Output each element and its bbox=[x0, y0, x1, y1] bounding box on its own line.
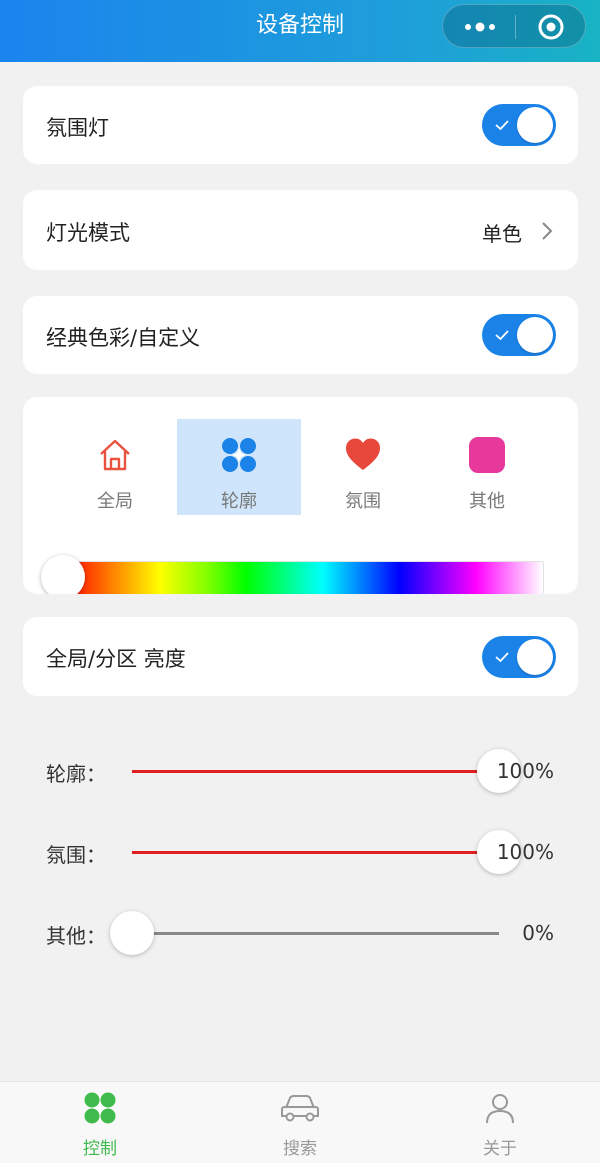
slider-ambience-label: 氛围： bbox=[46, 843, 106, 867]
tabbar-search-label: 搜索 bbox=[283, 1139, 317, 1159]
bottom-tab-bar: 控制 搜索 关于 bbox=[0, 1081, 600, 1163]
hue-slider-track[interactable] bbox=[63, 561, 544, 594]
ambient-light-label: 氛围灯 bbox=[46, 116, 109, 140]
toggle-knob bbox=[517, 107, 553, 143]
toggle-knob bbox=[517, 317, 553, 353]
classic-colors-toggle[interactable] bbox=[482, 314, 556, 356]
tabbar-control-label: 控制 bbox=[83, 1139, 117, 1159]
slider-other-thumb[interactable] bbox=[110, 911, 154, 955]
car-icon bbox=[281, 1095, 319, 1122]
classic-colors-card: 经典色彩/自定义 bbox=[23, 296, 578, 374]
light-mode-label: 灯光模式 bbox=[46, 221, 130, 245]
rounded-square-icon bbox=[469, 437, 505, 473]
check-icon bbox=[495, 120, 509, 131]
tabbar-control[interactable]: 控制 bbox=[0, 1082, 200, 1163]
heart-icon bbox=[346, 438, 380, 470]
check-icon bbox=[495, 330, 509, 341]
ambient-light-toggle[interactable] bbox=[482, 104, 556, 146]
four-circles-icon bbox=[84, 1092, 116, 1124]
slider-ambience-fill bbox=[132, 851, 499, 854]
tab-ambience[interactable]: 氛围 bbox=[301, 419, 425, 515]
slider-outline-track[interactable] bbox=[132, 749, 521, 793]
slider-other-label: 其他： bbox=[46, 924, 106, 948]
tab-global[interactable]: 全局 bbox=[53, 419, 177, 515]
tabbar-about-label: 关于 bbox=[483, 1139, 517, 1159]
slider-outline-fill bbox=[132, 770, 499, 773]
tabbar-about[interactable]: 关于 bbox=[400, 1082, 600, 1163]
brightness-mode-toggle[interactable] bbox=[482, 636, 556, 678]
hue-slider-thumb[interactable] bbox=[41, 555, 85, 594]
more-icon[interactable] bbox=[463, 18, 497, 36]
chevron-right-icon bbox=[542, 222, 553, 240]
toggle-knob bbox=[517, 639, 553, 675]
classic-colors-label: 经典色彩/自定义 bbox=[46, 326, 201, 350]
nav-header: 设备控制 bbox=[0, 0, 600, 62]
slider-ambience-value: 100% bbox=[496, 840, 554, 864]
close-target-icon[interactable] bbox=[537, 13, 565, 41]
tab-outline[interactable]: 轮廓 bbox=[177, 419, 301, 515]
light-mode-value: 单色 bbox=[482, 222, 522, 246]
capsule-divider bbox=[515, 15, 516, 39]
slider-other-track[interactable] bbox=[110, 911, 499, 955]
house-icon bbox=[100, 439, 130, 471]
light-mode-card[interactable]: 灯光模式 单色 bbox=[23, 190, 578, 270]
ambient-light-card: 氛围灯 bbox=[23, 86, 578, 164]
slider-outline-label: 轮廓： bbox=[46, 762, 106, 786]
slider-ambience-track[interactable] bbox=[132, 830, 521, 874]
tabbar-search[interactable]: 搜索 bbox=[200, 1082, 400, 1163]
zone-color-card: 全局 轮廓 氛围 其他 bbox=[23, 397, 578, 594]
mini-program-capsule bbox=[442, 4, 586, 48]
brightness-mode-label: 全局/分区 亮度 bbox=[46, 647, 186, 671]
slider-outline-value: 100% bbox=[496, 759, 554, 783]
four-circles-icon bbox=[222, 438, 256, 472]
tab-outline-label: 轮廓 bbox=[221, 491, 257, 512]
brightness-mode-card: 全局/分区 亮度 bbox=[23, 617, 578, 696]
tab-other[interactable]: 其他 bbox=[425, 419, 549, 515]
slider-other-value: 0% bbox=[522, 921, 554, 945]
tab-global-label: 全局 bbox=[97, 491, 133, 512]
check-icon bbox=[495, 652, 509, 663]
person-icon bbox=[486, 1094, 514, 1124]
tab-ambience-label: 氛围 bbox=[345, 491, 381, 512]
tab-other-label: 其他 bbox=[469, 491, 505, 512]
